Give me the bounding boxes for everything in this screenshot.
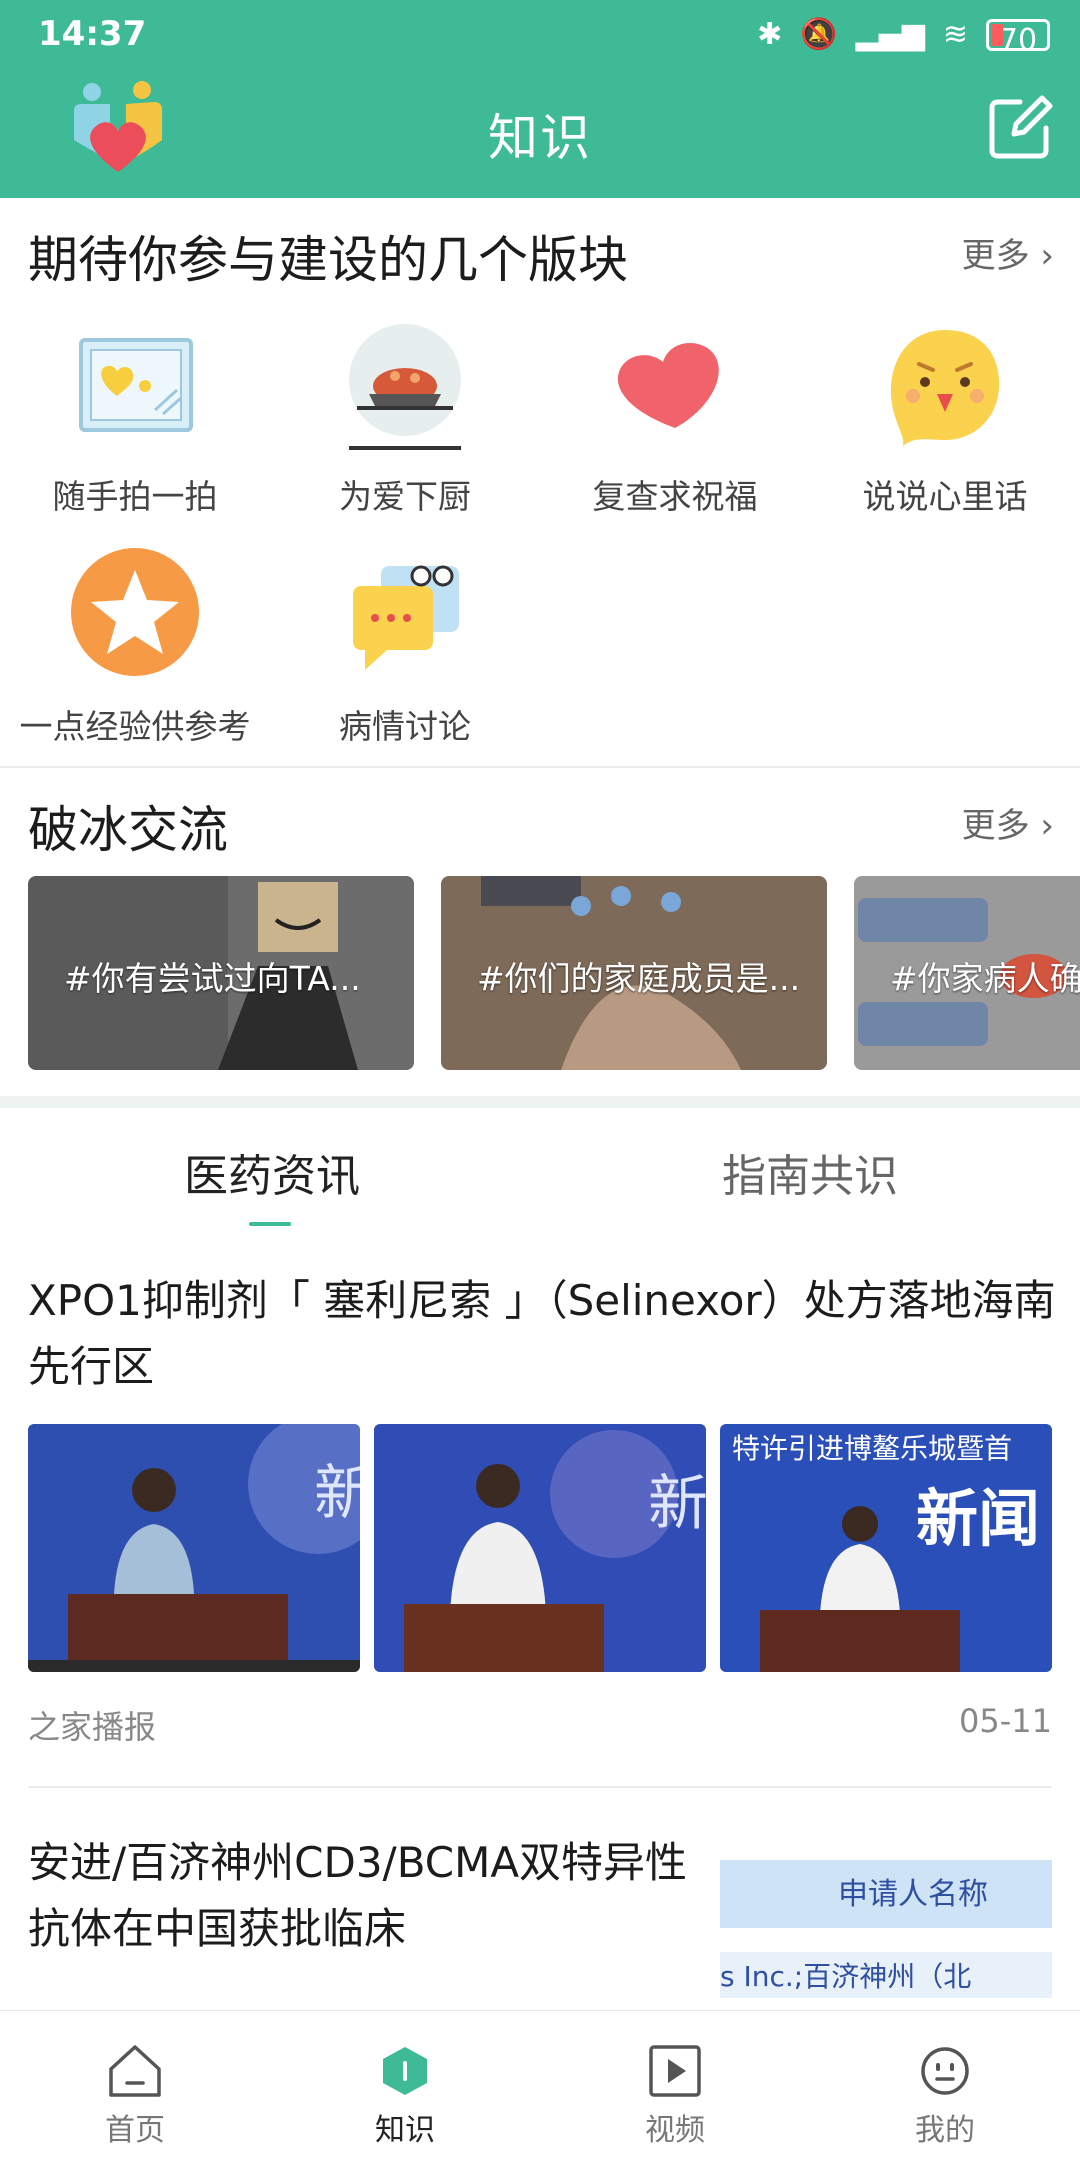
nav-label: 首页 <box>105 2113 165 2148</box>
nav-item-video[interactable]: 视频 <box>540 2011 810 2160</box>
section-divider <box>0 1096 1080 1108</box>
board-item-label: 病情讨论 <box>339 707 471 746</box>
top-bar: 14:37 ✱ 🔕 ▂▄▆ ≋ 70 知识 <box>0 0 1080 198</box>
thumb-text: s Inc.;百济神州（北 <box>720 1960 971 1993</box>
nav-label: 知识 <box>375 2113 435 2148</box>
home-icon <box>109 2045 161 2097</box>
smiley-face-icon <box>890 330 1000 446</box>
section-boards-header: 期待你参与建设的几个版块 更多 › <box>0 206 1080 296</box>
knowledge-icon <box>383 2047 427 2095</box>
nav-label: 我的 <box>915 2113 975 2148</box>
tab-guidelines[interactable]: 指南共识 <box>722 1140 898 1204</box>
nav-label: 视频 <box>645 2113 705 2148</box>
section-divider <box>0 766 1080 768</box>
nav-item-profile[interactable]: 我的 <box>810 2011 1080 2160</box>
section-title: 期待你参与建设的几个版块 <box>28 231 628 289</box>
edit-icon[interactable] <box>986 92 1056 162</box>
article-source: 之家播报 <box>28 1708 157 1746</box>
thumb-text: 申请人名称 <box>838 1877 988 1912</box>
cooking-icon <box>349 324 461 450</box>
board-item-heart-talk[interactable]: 说说心里话 <box>810 316 1080 518</box>
article-thumbnail: 特许引进博鳌乐城暨首 新闻 <box>720 1424 1052 1672</box>
bottom-nav: 首页 知识 视频 我的 <box>0 2010 1080 2160</box>
section-icebreak-header: 破冰交流 更多 › <box>0 776 1080 866</box>
board-item-blessing[interactable]: 复查求祝福 <box>540 316 810 518</box>
video-icon <box>649 2045 701 2097</box>
card-caption: #你家病人确 <box>890 959 1080 998</box>
article-image-row[interactable]: 新 新 特许引进博鳌乐城暨首 新闻 <box>28 1424 1052 1672</box>
tab-medical-news[interactable]: 医药资讯 <box>184 1140 360 1204</box>
app-header: 知识 <box>0 70 1080 198</box>
section-title: 破冰交流 <box>28 801 228 859</box>
board-item-label: 为爱下厨 <box>339 477 471 516</box>
heart-icon <box>617 343 719 428</box>
page-title: 知识 <box>488 109 592 167</box>
nav-item-home[interactable]: 首页 <box>0 2011 270 2160</box>
thumb-text: 新 <box>648 1469 706 1539</box>
board-item-label: 说说心里话 <box>862 477 1028 516</box>
card-caption: #你有尝试过向TA... <box>64 959 361 998</box>
star-icon <box>71 548 199 676</box>
icebreak-card[interactable]: #你有尝试过向TA... <box>28 876 414 1070</box>
mute-icon: 🔕 <box>800 17 838 52</box>
article-thumbnail[interactable]: 申请人名称 s Inc.;百济神州（北 <box>720 1842 1052 2022</box>
status-icons: ✱ 🔕 ▂▄▆ ≋ 70 <box>757 16 1050 58</box>
profile-icon <box>921 2047 969 2095</box>
status-time: 14:37 <box>38 14 147 54</box>
board-item-discussion[interactable]: 病情讨论 <box>270 546 540 748</box>
board-item-label: 随手拍一拍 <box>52 477 218 516</box>
article-divider <box>28 1786 1052 1788</box>
thumb-text: 新闻 <box>916 1482 1040 1555</box>
more-link[interactable]: 更多 › <box>962 798 1054 847</box>
chat-bubble-icon <box>353 565 459 670</box>
thumb-text: 新 <box>314 1459 360 1529</box>
thumb-text: 特许引进博鳌乐城暨首 <box>732 1432 1012 1465</box>
icebreak-card[interactable]: #你家病人确 <box>854 876 1080 1070</box>
article-title[interactable]: XPO1抑制剂「 塞利尼索 」（Selinexor）处方落地海南先行区 <box>28 1268 1058 1400</box>
status-bar: 14:37 ✱ 🔕 ▂▄▆ ≋ 70 <box>0 0 1080 70</box>
article-thumbnail: 新 <box>374 1424 706 1672</box>
board-item-photo[interactable]: 随手拍一拍 <box>0 316 270 518</box>
board-item-label: 一点经验供参考 <box>19 707 251 746</box>
bluetooth-icon: ✱ <box>757 17 783 52</box>
signal-icon: ▂▄▆ <box>855 17 925 52</box>
card-caption: #你们的家庭成员是... <box>477 959 801 998</box>
tab-indicator <box>249 1222 291 1226</box>
article-thumbnail: 新 <box>28 1424 360 1672</box>
article-title[interactable]: 安进/百济神州CD3/BCMA双特异性抗体在中国获批临床 <box>28 1830 688 1962</box>
board-item-cooking[interactable]: 为爱下厨 <box>270 316 540 518</box>
nav-item-knowledge[interactable]: 知识 <box>270 2011 540 2160</box>
article-date: 05-11 <box>959 1702 1052 1740</box>
icebreak-card[interactable]: #你们的家庭成员是... <box>441 876 827 1070</box>
board-item-experience[interactable]: 一点经验供参考 <box>0 546 270 748</box>
board-item-label: 复查求祝福 <box>592 477 758 516</box>
more-link[interactable]: 更多 › <box>962 228 1054 277</box>
photo-frame-icon <box>79 338 193 432</box>
wifi-icon: ≋ <box>942 17 968 52</box>
battery-icon: 70 <box>986 19 1050 58</box>
